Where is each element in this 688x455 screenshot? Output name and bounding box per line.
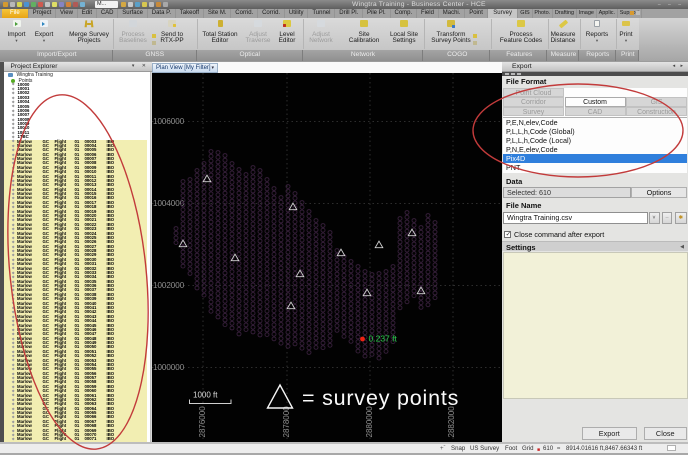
svg-text:2876000: 2876000 <box>198 405 207 437</box>
svg-text:1000 ft: 1000 ft <box>193 390 218 399</box>
svg-text:2882000: 2882000 <box>447 405 456 437</box>
svg-text:= survey points: = survey points <box>302 386 459 410</box>
svg-text:1000000: 1000000 <box>153 363 185 372</box>
svg-text:1004000: 1004000 <box>153 199 185 208</box>
svg-text:1002000: 1002000 <box>153 281 185 290</box>
svg-text:0.237 ft: 0.237 ft <box>369 333 398 343</box>
svg-text:1006000: 1006000 <box>153 117 185 126</box>
svg-text:2880000: 2880000 <box>365 405 374 437</box>
svg-text:2878000: 2878000 <box>282 405 291 437</box>
